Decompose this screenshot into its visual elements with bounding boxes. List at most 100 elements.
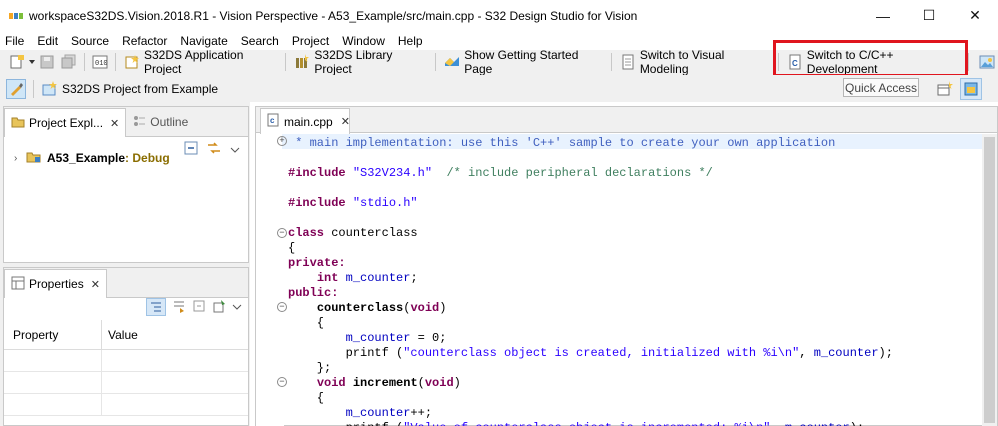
code-line: public: (288, 286, 339, 300)
menu-project[interactable]: Project (292, 34, 329, 48)
tree-item-a53-example[interactable]: › A53_Example : Debug (4, 149, 170, 167)
example-project-icon (42, 80, 58, 97)
close-icon[interactable]: ✕ (341, 115, 350, 128)
view-menu-icon[interactable] (232, 300, 242, 314)
code-line: { (288, 391, 325, 405)
code-editor-panel: c main.cpp ✕ + − − − * main implementati… (255, 106, 998, 426)
table-row (4, 372, 248, 394)
library-project-icon (294, 54, 310, 70)
switch-visual-modeling-label: Switch to Visual Modeling (639, 48, 725, 76)
project-explorer-icon (11, 115, 25, 132)
image-icon[interactable] (979, 54, 995, 70)
code-line: printf ("counterclass object is created,… (288, 346, 893, 360)
code-line: private: (288, 256, 346, 270)
tab-main-cpp[interactable]: c main.cpp ✕ (260, 108, 350, 134)
code-line: m_counter = 0; (345, 331, 447, 345)
close-icon[interactable]: ✕ (110, 117, 119, 130)
properties-panel: Properties ✕ Property Value (3, 267, 249, 426)
switch-visual-modeling-button[interactable]: Switch to Visual Modeling (616, 48, 774, 76)
property-column-header[interactable]: Property (4, 320, 102, 349)
tab-project-explorer[interactable]: Project Expl... ✕ (4, 108, 127, 137)
cpp-file-icon: c (267, 113, 279, 130)
save-icon[interactable] (39, 54, 55, 70)
collapse-fold-icon[interactable]: − (277, 377, 287, 387)
quick-access-input[interactable]: Quick Access (843, 78, 919, 97)
menu-window[interactable]: Window (342, 34, 385, 48)
minimize-button[interactable]: — (860, 0, 906, 31)
perspective-switcher (930, 77, 982, 100)
menu-refactor[interactable]: Refactor (122, 34, 167, 48)
code-area[interactable]: + − − − * main implementation: use this … (256, 134, 997, 426)
app-logo-icon (9, 12, 23, 20)
project-config: : Debug (125, 151, 170, 165)
scrollbar-thumb[interactable] (984, 137, 995, 423)
chevron-down-icon[interactable] (28, 54, 36, 70)
categories-icon[interactable] (146, 298, 166, 316)
restore-default-icon[interactable] (192, 299, 206, 316)
code-line: * main implementation: use this 'C++' sa… (288, 136, 836, 150)
s32ds-project-from-example-label: S32DS Project from Example (62, 81, 219, 96)
binary-icon[interactable]: 010 (92, 54, 108, 70)
code-line: { (288, 316, 325, 330)
s32ds-library-project-label: S32DS Library Project (314, 48, 393, 76)
value-column-header[interactable]: Value (102, 328, 138, 342)
project-explorer-panel: Project Expl... ✕ Outline › A53_Example … (3, 106, 249, 263)
s32ds-application-project-button[interactable]: S32DS Application Project (120, 48, 281, 76)
tab-outline-label: Outline (150, 115, 189, 129)
view-menu-icon[interactable] (230, 143, 240, 157)
menu-search[interactable]: Search (241, 34, 279, 48)
visual-modeling-icon (620, 54, 636, 70)
svg-text:c: c (270, 116, 275, 125)
code-line: { (288, 241, 296, 255)
collapse-all-icon[interactable] (184, 141, 198, 158)
getting-started-icon (444, 54, 460, 70)
project-name: A53_Example (47, 151, 126, 165)
highlight-box (773, 40, 968, 77)
pin-icon[interactable] (212, 299, 226, 316)
collapse-fold-icon[interactable]: − (277, 228, 287, 238)
vertical-scrollbar[interactable] (982, 134, 997, 426)
tab-outline[interactable]: Outline (126, 108, 194, 136)
advanced-properties-icon[interactable] (172, 299, 186, 316)
code-line: int m_counter; (316, 271, 418, 285)
project-folder-icon (26, 150, 42, 167)
tab-properties[interactable]: Properties ✕ (4, 269, 107, 298)
table-row (4, 350, 248, 372)
show-getting-started-button[interactable]: Show Getting Started Page (440, 48, 607, 76)
title-bar: workspaceS32DS.Vision.2018.R1 - Vision P… (0, 0, 998, 31)
outline-icon (132, 114, 146, 131)
s32ds-project-from-example-button[interactable]: S32DS Project from Example (38, 78, 222, 100)
code-line: }; (288, 361, 332, 375)
link-editor-icon[interactable] (206, 141, 222, 158)
menu-file[interactable]: File (5, 34, 24, 48)
tab-properties-label: Properties (29, 277, 84, 291)
expand-fold-icon[interactable]: + (277, 136, 287, 146)
new-file-icon[interactable] (9, 54, 25, 70)
tab-project-explorer-label: Project Expl... (29, 116, 104, 130)
chevron-right-icon[interactable]: › (14, 153, 26, 164)
code-line: printf ("Value of counterclass object is… (288, 421, 865, 426)
code-line: counterclass(void) (316, 301, 447, 315)
brush-icon[interactable] (6, 78, 26, 99)
left-column: Project Expl... ✕ Outline › A53_Example … (0, 102, 250, 426)
new-project-icon (124, 54, 140, 70)
close-icon[interactable]: ✕ (91, 278, 100, 291)
menu-source[interactable]: Source (71, 34, 109, 48)
code-line: class counterclass (288, 226, 418, 240)
menu-edit[interactable]: Edit (37, 34, 58, 48)
vision-perspective-icon[interactable] (960, 77, 982, 100)
code-line: #include "stdio.h" (288, 196, 418, 210)
collapse-fold-icon[interactable]: − (277, 302, 287, 312)
close-button[interactable]: ✕ (952, 0, 998, 31)
open-perspective-icon[interactable] (934, 78, 956, 100)
menu-help[interactable]: Help (398, 34, 423, 48)
menu-navigate[interactable]: Navigate (180, 34, 227, 48)
code-line: #include "S32V234.h" /* include peripher… (288, 166, 713, 180)
svg-text:010: 010 (95, 60, 108, 68)
code-line: void increment(void) (316, 376, 461, 390)
maximize-button[interactable]: ☐ (906, 0, 952, 31)
properties-icon (11, 276, 25, 293)
show-getting-started-label: Show Getting Started Page (464, 48, 579, 76)
s32ds-library-project-button[interactable]: S32DS Library Project (290, 48, 431, 76)
save-all-icon[interactable] (61, 54, 77, 70)
